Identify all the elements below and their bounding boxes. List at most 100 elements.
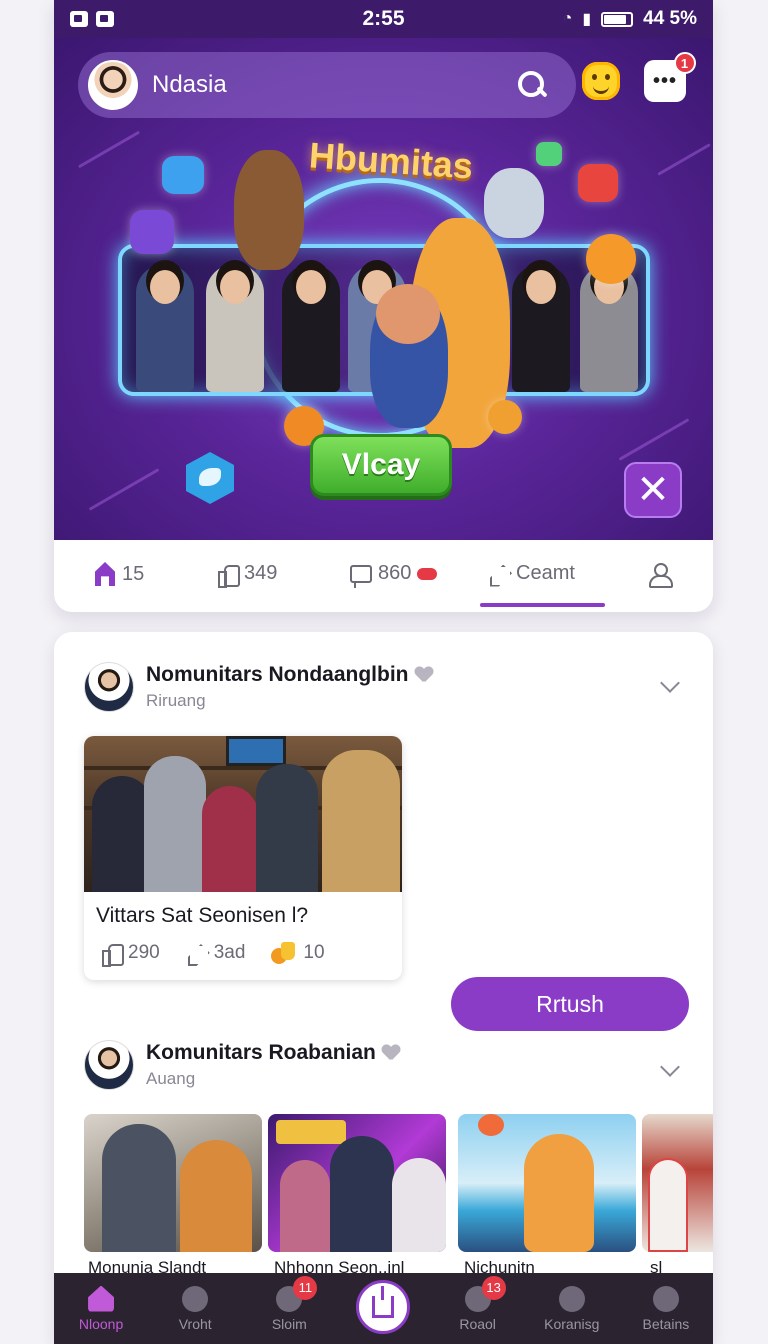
heart-icon[interactable] <box>415 667 433 683</box>
sign-icon <box>276 1120 346 1144</box>
search-icon[interactable] <box>516 69 548 101</box>
avatar[interactable] <box>84 1040 134 1090</box>
robot-emoji-icon <box>536 142 562 166</box>
post-title: Nomunitars Nondaanglbin <box>146 663 409 686</box>
person-figure <box>322 750 400 892</box>
profile-icon <box>648 562 673 588</box>
stat-comments[interactable]: 860 <box>350 562 438 588</box>
emoji-face-icon <box>586 234 636 284</box>
stat-profile[interactable] <box>648 562 673 588</box>
person-figure <box>144 756 206 892</box>
person-figure <box>206 264 264 392</box>
person-figure <box>392 1158 446 1252</box>
media-caption: Vittars Sat Seonisen l? <box>96 904 309 927</box>
person-figure <box>202 786 258 892</box>
coin-button[interactable]: 10 <box>271 942 325 964</box>
nav-item-vroht[interactable]: Vroht <box>155 1285 235 1332</box>
share-icon <box>372 1285 395 1318</box>
post-subtitle: Riruang <box>146 691 206 710</box>
tv-screen <box>226 736 286 766</box>
top-card: 2:55 ◔ ▮ 44 5% Ndasia ••• 1 Hbumitas Vlc… <box>54 0 713 612</box>
bird-icon[interactable] <box>186 452 234 504</box>
chat-badge: 1 <box>674 52 696 74</box>
coin-icon <box>271 942 297 964</box>
stat-likes[interactable]: 349 <box>216 562 277 588</box>
person-figure <box>330 1136 394 1252</box>
bottom-nav: Nloonp Vroht Sloim 11 Roaol 13 Koranisg … <box>54 1273 713 1344</box>
home-icon <box>88 1285 115 1312</box>
chevron-down-icon[interactable] <box>660 673 680 693</box>
stat-share[interactable]: Ceamt <box>488 562 575 585</box>
thumbnail[interactable] <box>458 1114 636 1252</box>
like-button[interactable]: 290 <box>100 942 160 967</box>
nav-item-koranisg[interactable]: Koranisg <box>532 1285 612 1332</box>
stat-home[interactable]: 15 <box>94 562 144 586</box>
nav-badge: 11 <box>293 1275 318 1300</box>
post-subtitle: Auang <box>146 1069 196 1088</box>
media-card[interactable]: Vittars Sat Seonisen l? 290 3ad 10 <box>84 736 402 980</box>
avatar[interactable] <box>84 662 134 712</box>
close-button[interactable]: ✕ <box>624 462 682 518</box>
avatar[interactable] <box>88 60 138 110</box>
light-streak <box>88 468 160 511</box>
person-figure <box>512 264 570 392</box>
share-icon <box>186 942 208 964</box>
emoji-face-icon <box>478 1114 504 1136</box>
like-icon <box>100 942 124 967</box>
post-header[interactable]: Komunitars Roabanian Auang <box>84 1040 400 1090</box>
smiley-icon[interactable] <box>582 62 620 100</box>
battery-percent: 44 5% <box>643 8 697 29</box>
share-icon <box>488 563 510 585</box>
message-icon <box>96 11 114 27</box>
thumbnail[interactable] <box>268 1114 446 1252</box>
light-streak <box>77 130 141 169</box>
robot-emoji-icon <box>162 156 204 194</box>
search-icon <box>558 1285 585 1312</box>
chat-button[interactable]: ••• 1 <box>644 52 696 102</box>
orange-mascot <box>524 1134 594 1252</box>
hero-title: Hbumitas <box>307 134 475 187</box>
home-icon <box>94 562 116 586</box>
status-bar: 2:55 ◔ ▮ 44 5% <box>54 0 713 38</box>
heart-icon[interactable] <box>382 1045 400 1061</box>
share-button[interactable]: 3ad <box>186 942 246 964</box>
nav-item-betains[interactable]: Betains <box>626 1285 706 1332</box>
thumbnail[interactable] <box>84 1114 262 1252</box>
person-figure <box>280 1160 330 1252</box>
record-icon <box>417 567 438 580</box>
nav-item-create[interactable] <box>343 1279 423 1334</box>
nav-item-roaol[interactable]: Roaol 13 <box>438 1275 518 1332</box>
refresh-button[interactable]: Rrtush <box>451 977 689 1031</box>
hero-banner[interactable]: Ndasia ••• 1 Hbumitas Vlcay ✕ <box>54 38 713 540</box>
person-figure <box>136 264 194 392</box>
play-button[interactable]: Vlcay <box>310 434 452 496</box>
robot-emoji-icon <box>130 210 174 254</box>
kid-mascot-face <box>376 284 440 344</box>
chevron-down-icon[interactable] <box>660 1057 680 1077</box>
share-button[interactable] <box>356 1279 411 1334</box>
battery-level <box>604 14 626 24</box>
notification-icon <box>70 11 88 27</box>
nav-item-sloim[interactable]: Sloim 11 <box>249 1275 329 1332</box>
koala-mascot <box>484 168 544 238</box>
person-figure <box>102 1124 176 1252</box>
robot-emoji-icon <box>578 164 618 202</box>
comment-icon <box>350 564 372 588</box>
thumbnail[interactable] <box>642 1114 713 1252</box>
nav-item-home[interactable]: Nloonp <box>61 1285 141 1332</box>
username: Ndasia <box>152 71 227 98</box>
bear-mascot <box>234 150 304 270</box>
status-time: 2:55 <box>362 7 405 30</box>
search-bar[interactable]: Ndasia <box>78 52 576 118</box>
like-icon <box>216 563 240 588</box>
post-header[interactable]: Nomunitars Nondaanglbin Riruang <box>84 662 433 712</box>
more-icon: ••• <box>652 69 677 92</box>
signal-icon: ▮ <box>582 11 592 28</box>
person-figure <box>648 1158 688 1252</box>
stats-row: 15 349 860 Ceamt <box>54 540 713 612</box>
person-figure <box>92 776 152 892</box>
post-title: Komunitars Roabanian <box>146 1041 376 1064</box>
search-icon <box>182 1285 209 1312</box>
person-figure <box>256 764 318 892</box>
profile-icon <box>652 1285 679 1312</box>
